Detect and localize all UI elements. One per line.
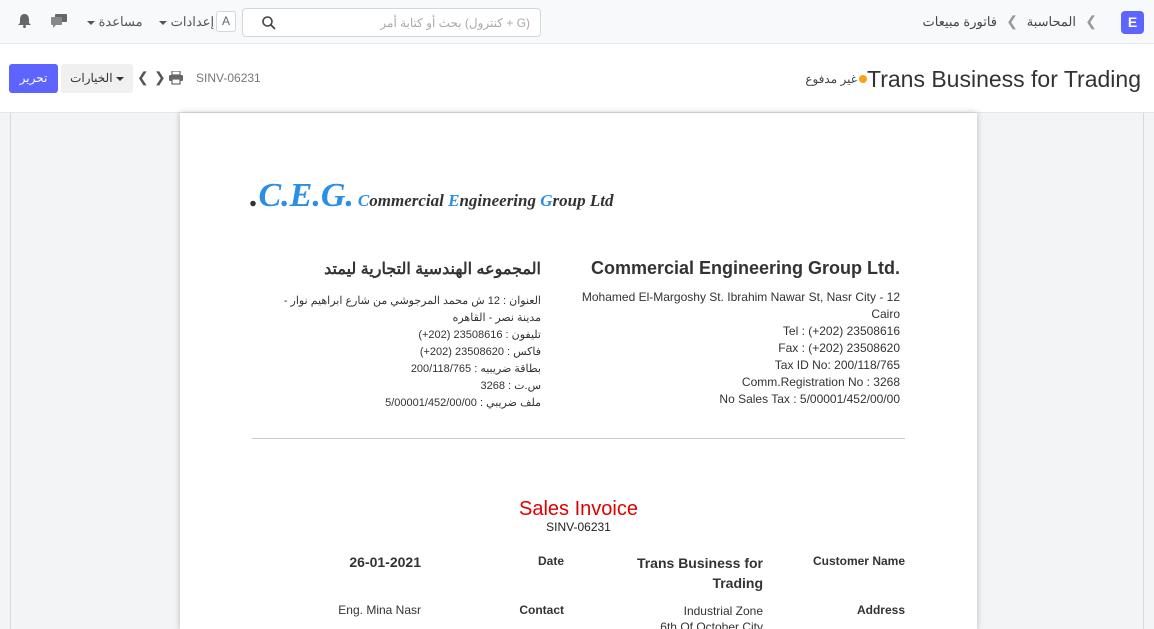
address-value-line: Industrial Zone (683, 604, 763, 618)
search-icon (262, 16, 276, 30)
tax-id-line: Tax ID No: 200/118/765 (774, 358, 900, 372)
address-line: Mohamed El-Margoshy St. Ibrahim Nawar St… (581, 290, 900, 304)
letterhead-divider (252, 438, 905, 439)
tel-line-ar: تليفون : 23508616 (202+) (418, 329, 541, 341)
tax-card-line-ar: بطاقة ضريبيه : 200/118/765 (410, 363, 541, 375)
options-label: الخيارات (70, 71, 113, 85)
contact-value: Eng. Mina Nasr (338, 603, 421, 617)
logo-word: ommercial (369, 191, 449, 210)
logo-letter: G (540, 191, 553, 210)
logo-letter: C (357, 191, 370, 210)
page-head: Trans Business for Trading غير مدفوع تحر… (0, 44, 1154, 113)
logo-letter: E (448, 191, 460, 210)
status-badge: غير مدفوع (805, 72, 857, 86)
breadcrumb-sales-invoice[interactable]: فاتورة مبيعات (923, 14, 998, 30)
invoice-number: SINV-06231 (546, 520, 611, 534)
avatar[interactable]: A (216, 11, 236, 32)
company-name-en: Commercial Engineering Group Ltd. (590, 258, 900, 278)
address-value: Industrial Zone 6th Of October City (660, 603, 763, 629)
next-doc-icon[interactable]: ❯ (154, 69, 166, 86)
settings-menu[interactable]: إعدادات (159, 14, 214, 30)
bell-icon[interactable] (18, 14, 31, 28)
status-indicator-dot (859, 75, 867, 83)
company-details-ar: العنوان : 12 ش محمد المرجوشي من شارع ابر… (261, 293, 541, 412)
breadcrumb-chevron-icon: ❮ (1006, 13, 1018, 29)
app-logo[interactable]: E (1121, 11, 1144, 34)
search-placeholder: بحث أو كتابة أمر (كنترول + G) (380, 16, 530, 30)
address-line-ar: العنوان : 12 ش محمد المرجوشي من شارع ابر… (283, 295, 541, 324)
breadcrumb-chevron-icon: ❮ (1085, 13, 1097, 29)
print-sheet: .C.E.G. Commercial Engineering Group Ltd… (180, 113, 977, 629)
date-label: Date (537, 554, 564, 568)
search-bar[interactable]: بحث أو كتابة أمر (كنترول + G) (242, 8, 541, 37)
tax-file-line-ar: ملف ضريبي : 5/00001/452/00/00 (385, 397, 541, 409)
caret-down-icon (115, 76, 124, 81)
fax-line: Fax : (+202) 23508620 (778, 341, 900, 355)
tel-line: Tel : (+202) 23508616 (782, 324, 900, 338)
page-title: Trans Business for Trading (867, 66, 1141, 92)
address-value-line: 6th Of October City (660, 620, 763, 629)
logo-word: roup Ltd (552, 191, 614, 210)
help-menu[interactable]: مساعدة (87, 14, 143, 30)
breadcrumb-accounting[interactable]: المحاسبة (1027, 14, 1076, 30)
comm-reg-line: Comm.Registration No : 3268 (741, 375, 900, 389)
customer-name-line: Trading (712, 575, 763, 591)
caret-down-icon (87, 20, 95, 25)
comm-reg-line-ar: س.ت : 3268 (480, 380, 542, 392)
customer-name-label: Customer Name (812, 554, 905, 568)
help-label: مساعدة (98, 14, 143, 29)
date-value: 26-01-2021 (349, 554, 421, 570)
customer-name-line: Trans Business for (636, 555, 763, 571)
top-navbar: E ❮ المحاسبة ❮ فاتورة مبيعات بحث أو كتاب… (0, 0, 1154, 44)
document-name: SINV-06231 (196, 71, 261, 85)
print-icon[interactable] (169, 71, 183, 85)
edit-button[interactable]: تحرير (9, 64, 58, 93)
logo-word: ngineering (459, 191, 541, 210)
company-logo: .C.E.G. Commercial Engineering Group Ltd (250, 177, 613, 215)
caret-down-icon (159, 20, 167, 25)
chat-icon[interactable] (51, 14, 67, 28)
company-name-ar: المجموعه الهندسية التجارية ليمتد (324, 261, 541, 278)
options-dropdown-button[interactable]: الخيارات (61, 64, 133, 93)
settings-label: إعدادات (170, 14, 215, 29)
invoice-title: Sales Invoice (519, 498, 638, 520)
address-label: Address (856, 603, 905, 617)
prev-doc-icon[interactable]: ❮ (137, 69, 149, 86)
address-line: Cairo (871, 307, 900, 321)
sales-tax-line: No Sales Tax : 5/00001/452/00/00 (719, 392, 900, 406)
contact-label: Contact (519, 603, 564, 617)
logo-dot: . (250, 177, 259, 214)
customer-name-value: Trans Business for Trading (637, 553, 763, 593)
company-details-en: Mohamed El-Margoshy St. Ibrahim Nawar St… (570, 289, 900, 408)
logo-initials: C.E.G. (258, 177, 354, 214)
fax-line-ar: فاكس : 23508620 (202+) (419, 346, 541, 358)
